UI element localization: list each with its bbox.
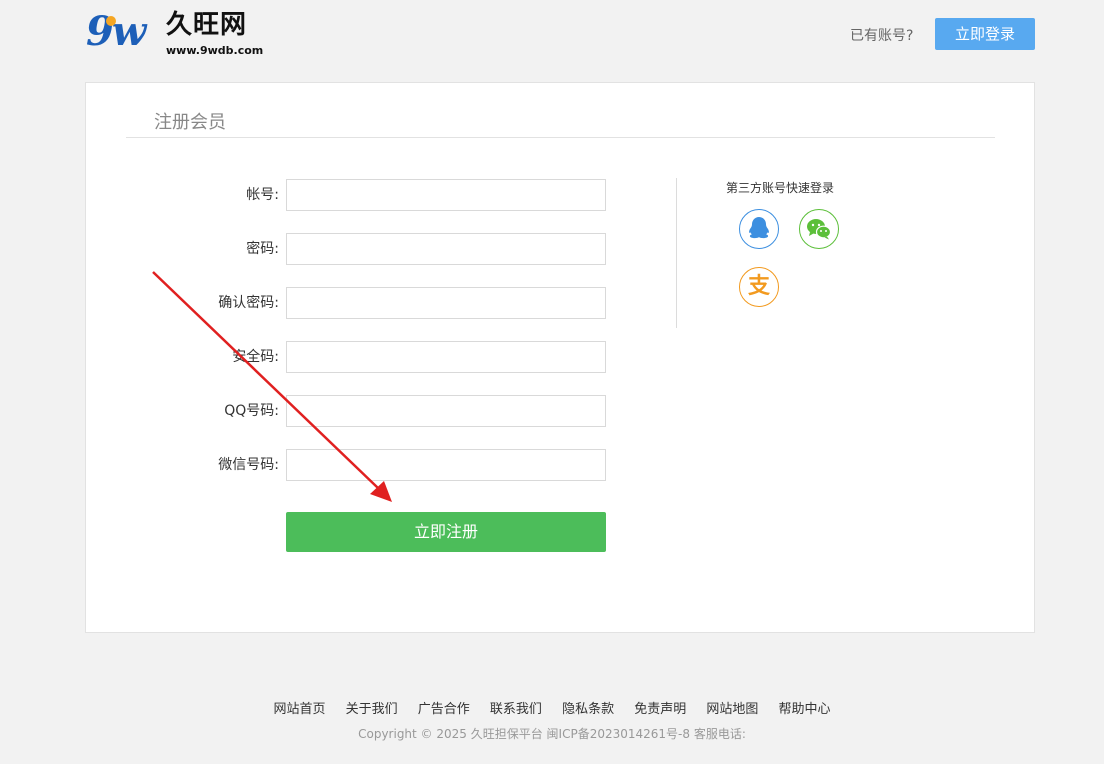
footer-link-disclaimer[interactable]: 免责声明 [634,702,686,717]
wechat-id-input[interactable] [286,449,606,481]
wechat-icon [807,219,832,240]
wechat-id-label: 微信号码: [218,457,279,473]
password-label: 密码: [246,241,279,257]
copyright-text: Copyright © 2025 久旺担保平台 闽ICP备2023014261号… [358,727,746,741]
password-input[interactable] [286,233,606,265]
footer-link-contact[interactable]: 联系我们 [490,702,542,717]
footer-link-help[interactable]: 帮助中心 [779,702,831,717]
security-code-label: 安全码: [232,349,279,365]
register-button[interactable]: 立即注册 [286,512,606,552]
footer-link-advertising[interactable]: 广告合作 [418,702,470,717]
logo-dot-icon [106,16,116,26]
confirm-password-input[interactable] [286,287,606,319]
has-account-text: 已有账号? [850,28,914,44]
footer-link-sitemap[interactable]: 网站地图 [706,702,758,717]
site-logo[interactable]: 9w 久旺网 www.9wdb.com [86,10,266,60]
logo-mark: 9w [86,8,146,55]
confirm-password-label: 确认密码: [218,295,279,311]
account-input[interactable] [286,179,606,211]
footer-link-about[interactable]: 关于我们 [346,702,398,717]
wechat-login-button[interactable] [799,209,839,249]
qq-icon [749,217,769,239]
third-party-login-title: 第三方账号快速登录 [726,181,835,195]
account-label: 帐号: [246,187,279,203]
footer-link-home[interactable]: 网站首页 [273,702,325,717]
footer-link-privacy[interactable]: 隐私条款 [562,702,614,717]
alipay-icon: 支 [747,274,770,299]
logo-url: www.9wdb.com [166,44,264,57]
logo-name: 久旺网 [166,10,248,40]
security-code-input[interactable] [286,341,606,373]
qq-login-button[interactable] [739,209,779,249]
alipay-login-button[interactable]: 支 [739,267,779,307]
title-divider [126,137,995,138]
footer-links: 网站首页 关于我们 广告合作 联系我们 隐私条款 免责声明 网站地图 帮助中心 [0,698,1104,717]
vertical-divider [676,178,677,328]
login-button[interactable]: 立即登录 [935,18,1035,50]
register-card: 注册会员 帐号: 密码: 确认密码: 安全码: QQ号码: 微信号码: 立即注册… [85,82,1035,633]
qq-number-input[interactable] [286,395,606,427]
header: 9w 久旺网 www.9wdb.com 已有账号? 立即登录 [86,0,1035,80]
qq-number-label: QQ号码: [224,403,279,419]
page-title: 注册会员 [154,112,226,133]
